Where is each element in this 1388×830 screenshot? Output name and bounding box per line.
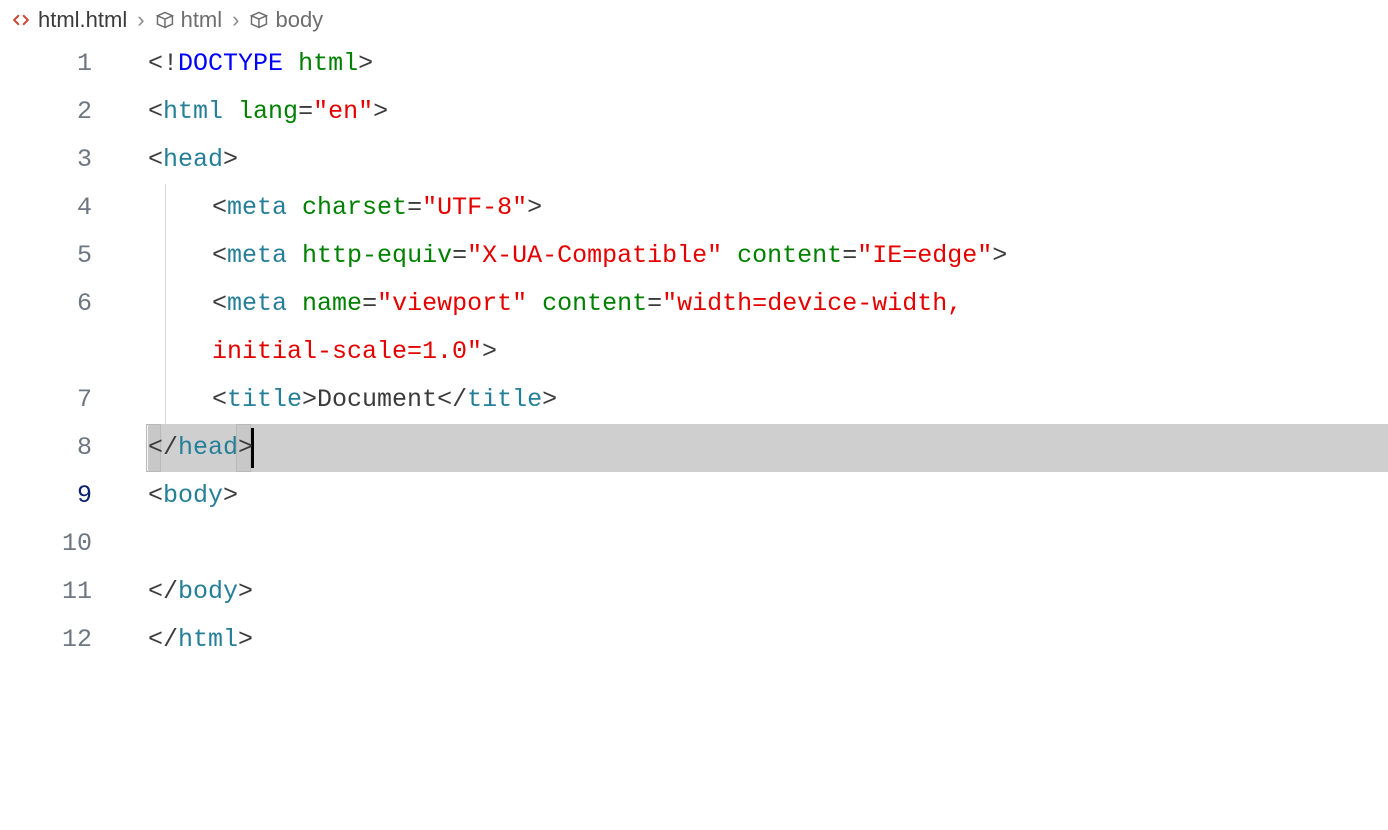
code-line[interactable]: initial-scale=1.0"> [118,328,1388,376]
line-number: 11 [0,568,92,616]
code-line[interactable]: <meta charset="UTF-8"> [118,184,1388,232]
code-line[interactable]: <body> [118,472,1388,520]
line-number: 12 [0,616,92,664]
line-number: 1 [0,40,92,88]
code-line[interactable]: <html lang="en"> [118,88,1388,136]
code-editor[interactable]: 123456789101112 <!DOCTYPE html><html lan… [0,40,1388,664]
line-number: 5 [0,232,92,280]
line-number: 7 [0,376,92,424]
symbol-icon [249,10,269,30]
line-number [0,328,92,376]
file-code-icon [10,9,32,31]
breadcrumb-element-body[interactable]: body [249,7,323,33]
line-number: 10 [0,520,92,568]
line-number: 9 [0,472,92,520]
line-number: 2 [0,88,92,136]
symbol-icon [155,10,175,30]
line-number: 8 [0,424,92,472]
code-line[interactable]: </body> [118,568,1388,616]
line-number-gutter: 123456789101112 [0,40,118,664]
code-line[interactable]: <title>Document</title> [118,376,1388,424]
chevron-right-icon: › [137,7,144,33]
code-line[interactable]: <head> [118,136,1388,184]
breadcrumb-body-label: body [275,7,323,33]
breadcrumbs: html.html › html › body [0,0,1388,40]
code-area[interactable]: <!DOCTYPE html><html lang="en"><head><me… [118,40,1388,664]
code-line[interactable]: <!DOCTYPE html> [118,40,1388,88]
code-line[interactable] [118,520,1388,568]
code-line[interactable]: </head> [118,424,1388,472]
code-line[interactable]: <meta name="viewport" content="width=dev… [118,280,1388,328]
line-number: 4 [0,184,92,232]
line-number: 3 [0,136,92,184]
chevron-right-icon: › [232,7,239,33]
breadcrumb-html-label: html [181,7,223,33]
breadcrumb-file-label: html.html [38,7,127,33]
line-number: 6 [0,280,92,328]
breadcrumb-element-html[interactable]: html [155,7,223,33]
breadcrumb-file[interactable]: html.html [10,7,127,33]
code-line[interactable]: </html> [118,616,1388,664]
code-line[interactable]: <meta http-equiv="X-UA-Compatible" conte… [118,232,1388,280]
